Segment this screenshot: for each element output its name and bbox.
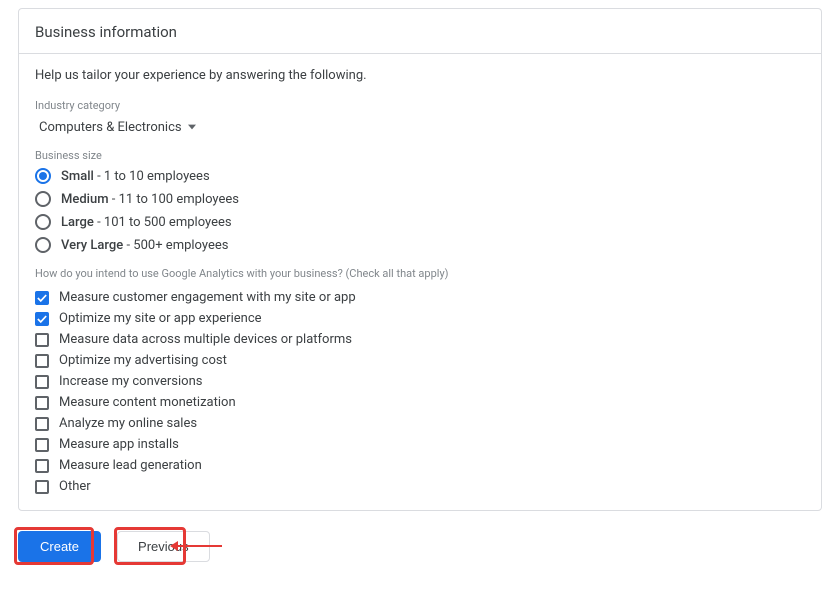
checkbox-other[interactable]: Other — [35, 479, 805, 494]
radio-label: Small - 1 to 10 employees — [61, 169, 210, 184]
checkbox-icon — [35, 396, 49, 410]
checkbox-icon — [35, 417, 49, 431]
radio-label: Large - 101 to 500 employees — [61, 215, 232, 230]
business-size-label: Business size — [35, 149, 805, 162]
chevron-down-icon — [188, 120, 196, 135]
radio-small[interactable]: Small - 1 to 10 employees — [35, 168, 805, 184]
industry-dropdown[interactable]: Computers & Electronics — [35, 118, 196, 149]
checkbox-icon — [35, 438, 49, 452]
checkbox-engagement[interactable]: Measure customer engagement with my site… — [35, 290, 805, 305]
checkbox-icon — [35, 354, 49, 368]
radio-large[interactable]: Large - 101 to 500 employees — [35, 214, 805, 230]
radio-label: Very Large - 500+ employees — [61, 238, 228, 253]
radio-icon — [35, 168, 51, 184]
checkbox-label: Measure content monetization — [59, 395, 236, 410]
checkbox-label: Measure app installs — [59, 437, 179, 452]
checkbox-icon — [35, 375, 49, 389]
checkbox-icon — [35, 291, 49, 305]
annotation-arrow-icon — [178, 545, 222, 547]
checkbox-label: Measure customer engagement with my site… — [59, 290, 356, 305]
radio-icon — [35, 214, 51, 230]
checkbox-crossdevice[interactable]: Measure data across multiple devices or … — [35, 332, 805, 347]
checkbox-label: Optimize my advertising cost — [59, 353, 227, 368]
checkbox-label: Other — [59, 479, 91, 494]
create-button[interactable]: Create — [18, 531, 101, 562]
checkbox-icon — [35, 459, 49, 473]
usage-group: Measure customer engagement with my site… — [35, 290, 805, 494]
checkbox-installs[interactable]: Measure app installs — [35, 437, 805, 452]
checkbox-label: Increase my conversions — [59, 374, 202, 389]
checkbox-optimize[interactable]: Optimize my site or app experience — [35, 311, 805, 326]
checkbox-conversions[interactable]: Increase my conversions — [35, 374, 805, 389]
radio-icon — [35, 237, 51, 253]
checkbox-label: Analyze my online sales — [59, 416, 197, 431]
usage-question: How do you intend to use Google Analytic… — [35, 267, 805, 280]
intro-text: Help us tailor your experience by answer… — [35, 68, 805, 83]
checkbox-icon — [35, 312, 49, 326]
checkbox-icon — [35, 480, 49, 494]
radio-xlarge[interactable]: Very Large - 500+ employees — [35, 237, 805, 253]
checkbox-label: Measure data across multiple devices or … — [59, 332, 352, 347]
radio-label: Medium - 11 to 100 employees — [61, 192, 239, 207]
checkbox-sales[interactable]: Analyze my online sales — [35, 416, 805, 431]
checkbox-adcost[interactable]: Optimize my advertising cost — [35, 353, 805, 368]
card-title: Business information — [19, 9, 821, 54]
business-size-group: Small - 1 to 10 employees Medium - 11 to … — [35, 168, 805, 253]
footer-actions: Create Previous — [18, 531, 822, 562]
checkbox-label: Measure lead generation — [59, 458, 202, 473]
radio-icon — [35, 191, 51, 207]
checkbox-monetization[interactable]: Measure content monetization — [35, 395, 805, 410]
industry-selected: Computers & Electronics — [39, 120, 182, 135]
industry-label: Industry category — [35, 99, 805, 112]
card-body: Help us tailor your experience by answer… — [19, 54, 821, 510]
checkbox-label: Optimize my site or app experience — [59, 311, 262, 326]
radio-medium[interactable]: Medium - 11 to 100 employees — [35, 191, 805, 207]
checkbox-leads[interactable]: Measure lead generation — [35, 458, 805, 473]
business-info-card: Business information Help us tailor your… — [18, 8, 822, 511]
checkbox-icon — [35, 333, 49, 347]
